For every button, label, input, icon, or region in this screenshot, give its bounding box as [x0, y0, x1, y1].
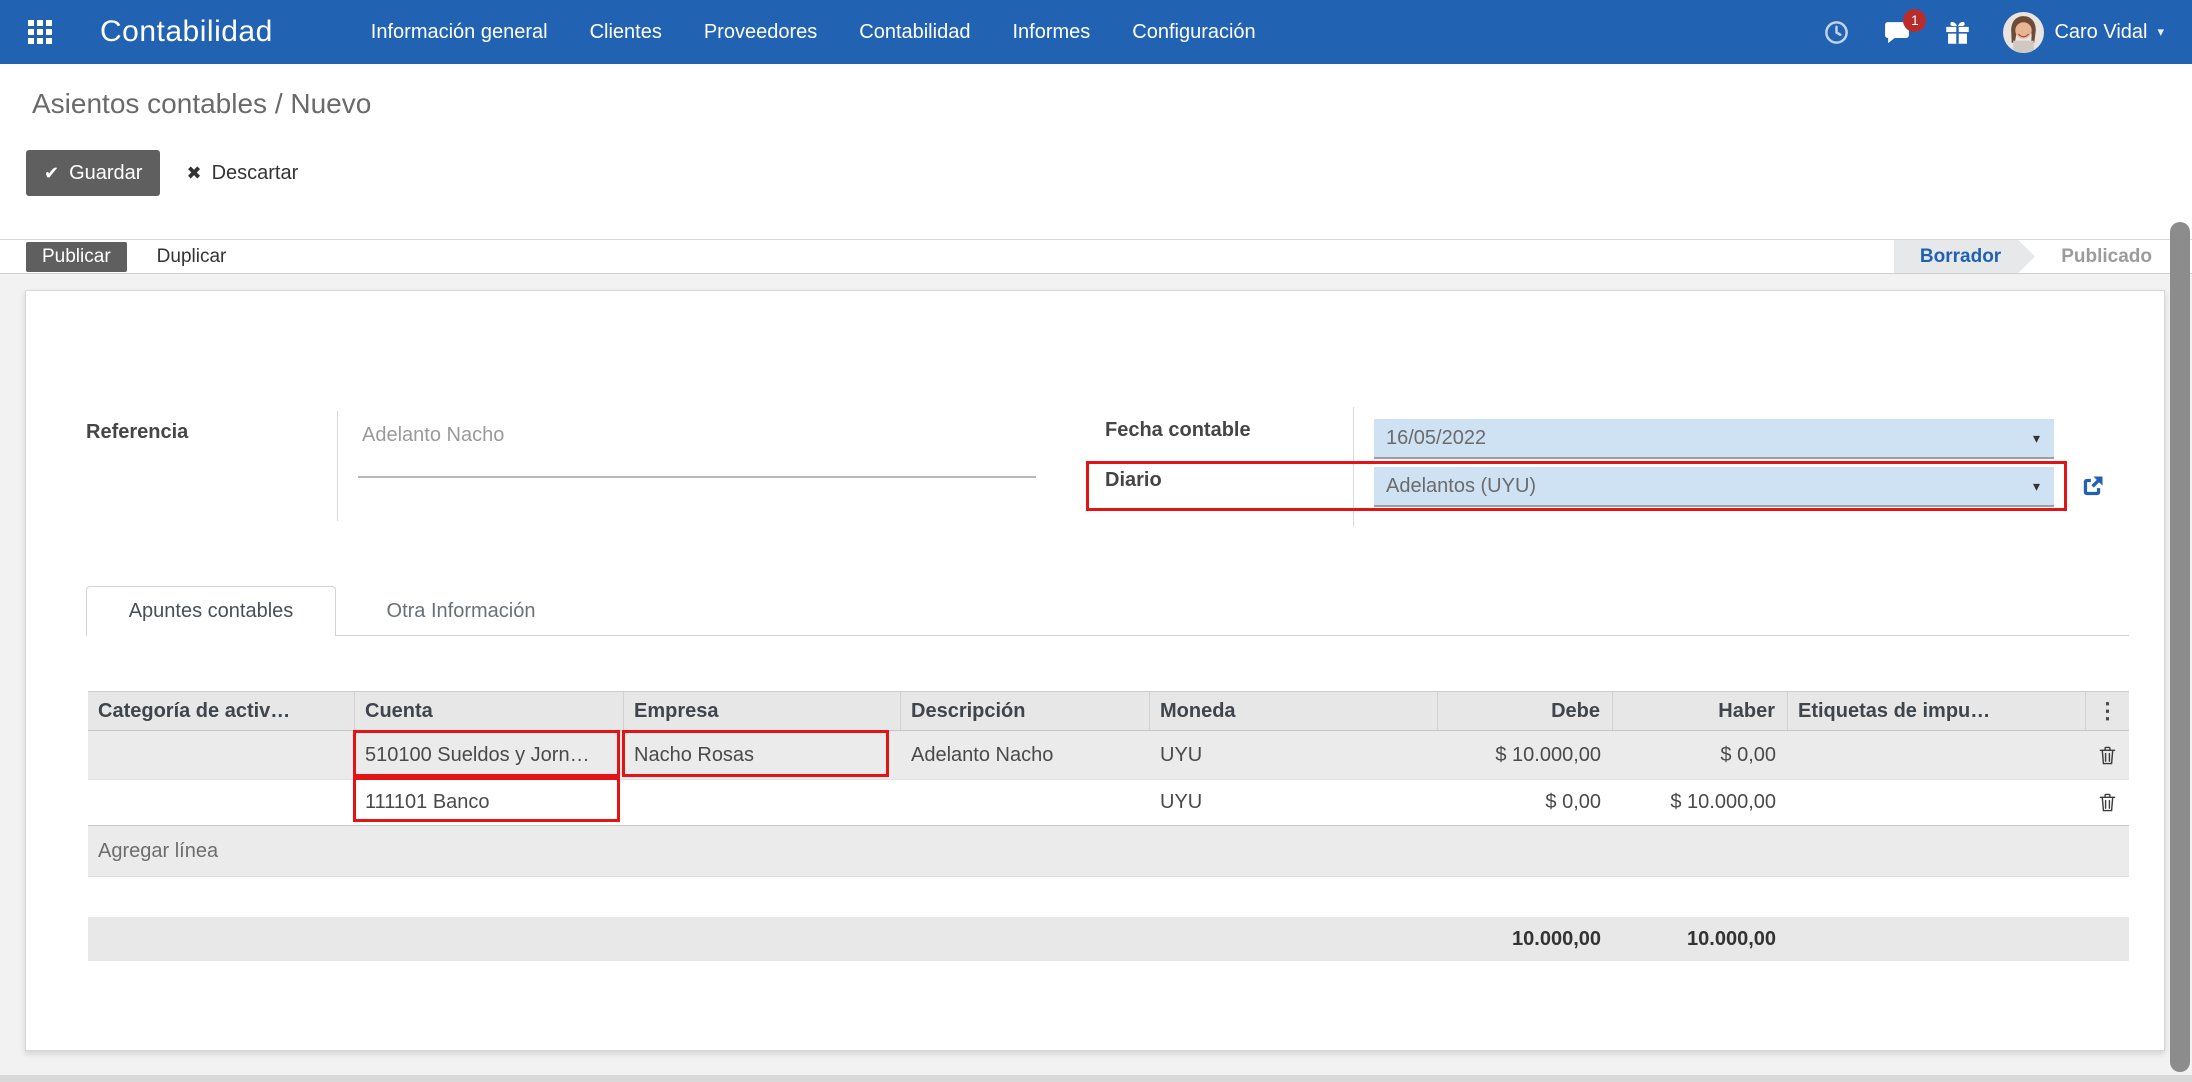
vertical-scrollbar-thumb[interactable]	[2170, 222, 2190, 1072]
cell-tax-tags[interactable]	[1788, 731, 2086, 779]
header-currency[interactable]: Moneda	[1150, 692, 1438, 730]
save-button[interactable]: ✔ Guardar	[26, 150, 160, 196]
tab-otra-informacion[interactable]: Otra Información	[336, 586, 586, 636]
duplicate-button[interactable]: Duplicar	[157, 246, 227, 268]
journal-caret-icon: ▾	[2033, 478, 2040, 495]
header-credit[interactable]: Haber	[1613, 692, 1788, 730]
field-separator-right	[1353, 407, 1354, 527]
journal-select[interactable]: Adelantos (UYU) ▾	[1374, 467, 2054, 507]
header-label[interactable]: Descripción	[901, 692, 1150, 730]
delete-row-icon[interactable]	[2098, 745, 2117, 766]
date-caret-icon: ▾	[2033, 430, 2040, 447]
cell-label[interactable]: Adelanto Nacho	[901, 731, 1150, 779]
cell-credit[interactable]: $ 10.000,00	[1613, 780, 1788, 825]
cell-partner[interactable]	[624, 780, 901, 825]
user-caret-icon: ▾	[2157, 24, 2164, 40]
totals-row: 10.000,00 10.000,00	[88, 917, 2129, 961]
header-account[interactable]: Cuenta	[355, 692, 624, 730]
header-asset-category[interactable]: Categoría de activ…	[88, 692, 355, 730]
menu-informacion-general[interactable]: Información general	[371, 21, 548, 44]
journal-external-link-icon[interactable]	[2078, 473, 2106, 506]
user-name: Caro Vidal	[2054, 21, 2147, 44]
state-publicado[interactable]: Publicado	[2035, 240, 2158, 273]
cell-currency[interactable]: UYU	[1150, 780, 1438, 825]
breadcrumb: Asientos contables / Nuevo	[32, 88, 371, 120]
odoo-accounting-screen: Contabilidad Información general Cliente…	[0, 0, 2192, 1082]
date-select[interactable]: 16/05/2022 ▾	[1374, 419, 2054, 459]
cross-icon: ✖	[186, 163, 201, 184]
user-menu[interactable]: Caro Vidal ▾	[2003, 12, 2164, 53]
navbar-right: 1	[1823, 12, 2164, 53]
table-row: 111101 Banco UYU $ 0,00 $ 10.000,00	[88, 779, 2129, 826]
total-credit: 10.000,00	[1613, 917, 1776, 961]
horizontal-scrollbar-track[interactable]	[0, 1075, 2192, 1082]
cell-label[interactable]	[901, 780, 1150, 825]
optional-columns-icon[interactable]: ⋮	[2097, 698, 2119, 724]
main-menu: Información general Clientes Proveedores…	[371, 21, 1256, 44]
date-value: 16/05/2022	[1386, 427, 1486, 450]
field-separator-left	[337, 411, 338, 521]
cell-debit[interactable]: $ 10.000,00	[1438, 731, 1613, 779]
apps-grid-glyph	[26, 18, 54, 46]
cell-account[interactable]: 510100 Sueldos y Jorn…	[355, 731, 624, 779]
cell-partner[interactable]: Nacho Rosas	[624, 731, 901, 779]
menu-contabilidad[interactable]: Contabilidad	[859, 21, 970, 44]
menu-clientes[interactable]: Clientes	[590, 21, 662, 44]
messages-icon[interactable]: 1	[1882, 18, 1912, 46]
state-borrador[interactable]: Borrador	[1894, 240, 2035, 273]
journal-items-table: Categoría de activ… Cuenta Empresa Descr…	[88, 691, 2129, 877]
top-navbar: Contabilidad Información general Cliente…	[0, 0, 2192, 64]
gift-icon[interactable]	[1944, 19, 1971, 46]
cell-debit[interactable]: $ 0,00	[1438, 780, 1613, 825]
reference-input[interactable]: Adelanto Nacho	[362, 424, 504, 447]
discard-button[interactable]: ✖ Descartar	[186, 162, 298, 185]
menu-proveedores[interactable]: Proveedores	[704, 21, 817, 44]
cell-credit[interactable]: $ 0,00	[1613, 731, 1788, 779]
reference-underline	[358, 476, 1036, 478]
activity-clock-icon[interactable]	[1823, 19, 1850, 46]
header-debit[interactable]: Debe	[1438, 692, 1613, 730]
menu-configuracion[interactable]: Configuración	[1132, 21, 1255, 44]
journal-label: Diario	[1105, 469, 1162, 492]
save-button-label: Guardar	[69, 150, 142, 196]
header-tax-tags[interactable]: Etiquetas de impu…	[1788, 692, 2086, 730]
publish-button[interactable]: Publicar	[26, 242, 127, 272]
cell-asset-category[interactable]	[88, 731, 355, 779]
add-line-button[interactable]: Agregar línea	[88, 826, 2129, 877]
check-icon: ✔	[44, 150, 59, 196]
table-header-row: Categoría de activ… Cuenta Empresa Descr…	[88, 691, 2129, 731]
toolbar: ✔ Guardar ✖ Descartar	[26, 150, 298, 196]
date-label: Fecha contable	[1105, 419, 1251, 442]
cell-tax-tags[interactable]	[1788, 780, 2086, 825]
cell-account[interactable]: 111101 Banco	[355, 780, 624, 825]
statusbar: Publicar Duplicar Borrador Publicado	[0, 239, 2192, 274]
menu-informes[interactable]: Informes	[1012, 21, 1090, 44]
user-avatar	[2003, 12, 2044, 53]
table-row: 510100 Sueldos y Jorn… Nacho Rosas Adela…	[88, 731, 2129, 779]
tab-apuntes-contables[interactable]: Apuntes contables	[86, 586, 336, 636]
messages-badge: 1	[1903, 9, 1926, 32]
cell-asset-category[interactable]	[88, 780, 355, 825]
discard-button-label: Descartar	[212, 162, 299, 185]
form-sheet: Referencia Adelanto Nacho Fecha contable…	[25, 290, 2165, 1051]
apps-grid-icon[interactable]	[26, 18, 54, 46]
app-brand[interactable]: Contabilidad	[100, 15, 273, 49]
reference-label: Referencia	[86, 421, 188, 444]
journal-value: Adelantos (UYU)	[1386, 475, 1536, 498]
statusbar-buttons: Publicar Duplicar	[26, 242, 226, 272]
delete-row-icon[interactable]	[2098, 792, 2117, 813]
header-partner[interactable]: Empresa	[624, 692, 901, 730]
state-pipeline: Borrador Publicado	[1894, 240, 2158, 273]
total-debit: 10.000,00	[1438, 917, 1601, 961]
cell-currency[interactable]: UYU	[1150, 731, 1438, 779]
